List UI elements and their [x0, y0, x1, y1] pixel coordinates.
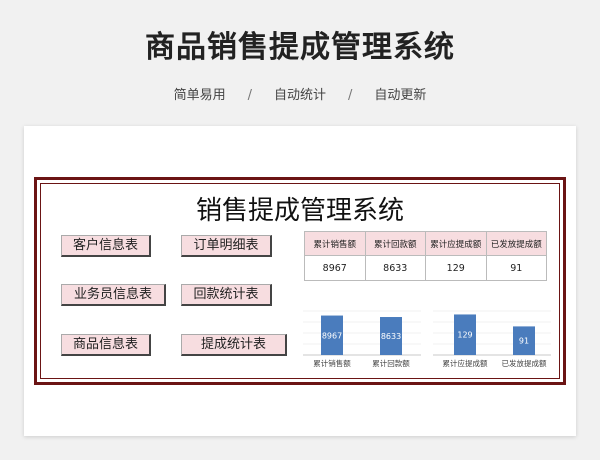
category-label: 累计销售额	[313, 358, 351, 368]
category-label: 累计应提成额	[443, 358, 488, 368]
category-label: 已发放提成额	[502, 358, 547, 368]
column-header: 累计应提成额	[425, 231, 487, 256]
stat-value: 8967	[304, 255, 366, 281]
salesperson-info-button[interactable]: 业务员信息表	[61, 284, 166, 306]
table-row: 8967 8633 129 91	[304, 255, 547, 281]
column-header: 累计销售额	[304, 231, 366, 256]
page-title: 商品销售提成管理系统	[145, 30, 455, 65]
column-header: 累计回款额	[364, 231, 426, 256]
tag-separator: /	[348, 88, 353, 103]
spreadsheet-preview: 销售提成管理系统 客户信息表 订单明细表 业务员信息表 回款统计表 商品信息表 …	[24, 126, 576, 436]
stat-value: 91	[485, 255, 547, 281]
stats-table: 累计销售额 累计回款额 累计应提成额 已发放提成额 8967 8633 129 …	[304, 231, 547, 281]
data-label: 91	[519, 337, 529, 346]
order-details-button[interactable]: 订单明细表	[181, 235, 272, 257]
data-label: 8633	[381, 332, 401, 341]
column-header: 已发放提成额	[485, 231, 547, 256]
stat-value: 8633	[364, 255, 426, 281]
dashboard-frame: 销售提成管理系统 客户信息表 订单明细表 业务员信息表 回款统计表 商品信息表 …	[34, 177, 566, 385]
data-label: 129	[457, 331, 472, 340]
tag-separator: /	[247, 88, 252, 103]
stat-value: 129	[425, 255, 487, 281]
summary-bar-charts: 8967 累计销售额 8633 累计回款额 129 累计应提成额 91 已发放提成额	[303, 310, 551, 368]
payment-stats-button[interactable]: 回款统计表	[181, 284, 272, 306]
commission-stats-button[interactable]: 提成统计表	[181, 334, 287, 356]
feature-tags: 简单易用 / 自动统计 / 自动更新	[0, 84, 600, 103]
feature-tag: 简单易用	[173, 88, 226, 103]
feature-tag: 自动更新	[374, 88, 427, 103]
table-header-row: 累计销售额 累计回款额 累计应提成额 已发放提成额	[304, 231, 547, 256]
feature-tag: 自动统计	[273, 88, 326, 103]
product-info-button[interactable]: 商品信息表	[61, 334, 151, 356]
category-label: 累计回款额	[372, 358, 410, 368]
sheet-title: 销售提成管理系统	[195, 196, 404, 226]
dashboard-panel: 销售提成管理系统 客户信息表 订单明细表 业务员信息表 回款统计表 商品信息表 …	[40, 183, 560, 379]
data-label: 8967	[322, 331, 342, 340]
customer-info-button[interactable]: 客户信息表	[61, 235, 151, 257]
